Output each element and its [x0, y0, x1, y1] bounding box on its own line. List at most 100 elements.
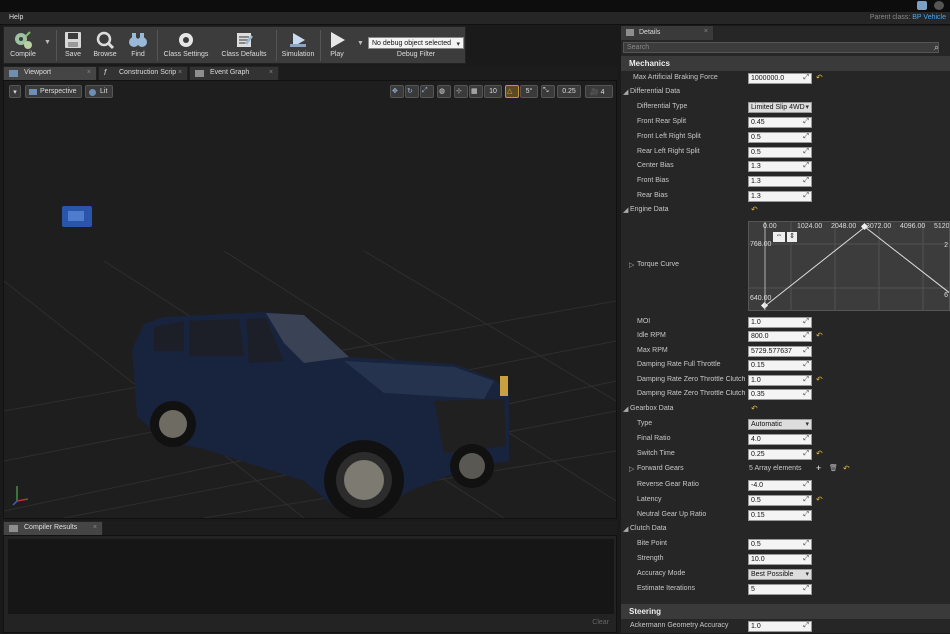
- fit-vertical-button[interactable]: ⇕: [787, 232, 797, 242]
- drag-icon: ⤢: [803, 511, 809, 518]
- binoculars-icon: [129, 33, 147, 47]
- reverse-ratio-field[interactable]: -4.0 ⤢: [748, 480, 812, 491]
- rotate-tool-button[interactable]: ↻: [405, 85, 419, 98]
- rear-lr-split-field[interactable]: 0.5 ⤢: [748, 147, 812, 158]
- parent-class-link[interactable]: BP Vehicle: [912, 14, 946, 21]
- simulation-button[interactable]: Simulation: [278, 28, 318, 63]
- reset-arrow-icon[interactable]: ↶: [816, 331, 823, 340]
- group-engine-label: Engine Data: [630, 206, 669, 213]
- debug-object-value: No debug object selected: [372, 40, 451, 47]
- damping-zero-disengaged-field[interactable]: 0.35 ⤢: [748, 389, 812, 400]
- reset-arrow-icon[interactable]: ↶: [816, 375, 823, 384]
- reset-arrow-icon[interactable]: ↶: [816, 73, 823, 82]
- estimate-iterations-field[interactable]: 5 ⤢: [748, 584, 812, 595]
- prop-label: Damping Rate Full Throttle: [637, 361, 721, 368]
- translate-tool-button[interactable]: ✥: [390, 85, 404, 98]
- grid-snap-value[interactable]: 10: [484, 85, 502, 98]
- prop-damping-zero-clutch-disengaged: Damping Rate Zero Throttle Clutch D 0.35…: [621, 387, 950, 402]
- switch-time-field[interactable]: 0.25 ⤢: [748, 449, 812, 460]
- front-lr-split-field[interactable]: 0.5 ⤢: [748, 132, 812, 143]
- expand-arrow-icon[interactable]: ▷: [629, 261, 634, 269]
- class-defaults-button[interactable]: Class Defaults: [216, 28, 272, 63]
- find-button[interactable]: Find: [124, 28, 152, 63]
- category-mechanics[interactable]: Mechanics: [621, 56, 950, 71]
- grid-snap-toggle[interactable]: ▦: [469, 85, 483, 98]
- reset-arrow-icon[interactable]: ↶: [843, 464, 850, 473]
- play-button[interactable]: Play: [322, 28, 352, 63]
- close-icon[interactable]: ×: [93, 524, 97, 531]
- coordinate-space-button[interactable]: ◍: [437, 85, 451, 98]
- tab-construction-script[interactable]: f Construction Scrip ×: [98, 66, 188, 80]
- reset-arrow-icon[interactable]: ↶: [816, 449, 823, 458]
- torque-curve-editor[interactable]: 0.00 1024.00 2048.00 3072.00 4096.00 512…: [748, 221, 950, 311]
- rotation-snap-toggle[interactable]: △: [505, 85, 519, 98]
- rear-bias-value: 1.3: [751, 193, 761, 200]
- lit-label: Lit: [100, 88, 108, 95]
- prop-idle-rpm: Idle RPM 800.0 ⤢ ↶: [621, 329, 950, 344]
- lit-button[interactable]: Lit: [85, 85, 113, 98]
- close-icon[interactable]: ×: [178, 69, 182, 76]
- scale-tool-button[interactable]: ⤢: [420, 85, 434, 98]
- reset-arrow-icon[interactable]: ↶: [751, 205, 758, 214]
- neutral-ratio-field[interactable]: 0.15 ⤢: [748, 510, 812, 521]
- close-icon[interactable]: ×: [704, 28, 708, 35]
- scale-snap-toggle[interactable]: ⤡: [541, 85, 555, 98]
- debug-object-select[interactable]: No debug object selected ▾: [368, 37, 464, 49]
- latency-field[interactable]: 0.5 ⤢: [748, 495, 812, 506]
- front-bias-field[interactable]: 1.3 ⤢: [748, 176, 812, 187]
- search-input[interactable]: Search: [623, 42, 939, 53]
- clear-button[interactable]: Clear: [592, 619, 609, 626]
- bite-point-field[interactable]: 0.5 ⤢: [748, 539, 812, 550]
- viewport-options-button[interactable]: ▾: [9, 85, 21, 98]
- idle-rpm-field[interactable]: 800.0 ⤢: [748, 331, 812, 342]
- front-rear-split-field[interactable]: 0.45 ⤢: [748, 117, 812, 128]
- max-rpm-field[interactable]: 5729.577637 ⤢: [748, 346, 812, 357]
- close-icon[interactable]: ×: [87, 69, 91, 76]
- tab-event-graph[interactable]: Event Graph ×: [189, 66, 279, 80]
- group-differential[interactable]: ◢ Differential Data: [621, 85, 950, 100]
- rotation-snap-value[interactable]: 5°: [520, 85, 538, 98]
- menu-help[interactable]: Help: [9, 14, 23, 21]
- tab-viewport[interactable]: Viewport ×: [3, 66, 97, 80]
- compile-button[interactable]: Compile: [6, 28, 40, 63]
- damping-full-field[interactable]: 0.15 ⤢: [748, 360, 812, 371]
- differential-type-select[interactable]: Limited Slip 4WD ▾: [748, 102, 812, 113]
- group-clutch[interactable]: ◢ Clutch Data: [621, 522, 950, 537]
- rear-bias-field[interactable]: 1.3 ⤢: [748, 191, 812, 202]
- menu-bar: Help Parent class: BP Vehicle: [0, 12, 950, 25]
- expand-arrow-icon[interactable]: ▷: [629, 465, 634, 473]
- max-braking-field[interactable]: 1000000.0 ⤢: [748, 73, 812, 84]
- final-ratio-field[interactable]: 4.0 ⤢: [748, 434, 812, 445]
- ackermann-field[interactable]: 1.0 ⤢: [748, 621, 812, 632]
- gearbox-type-select[interactable]: Automatic ▾: [748, 419, 812, 430]
- save-button[interactable]: Save: [60, 28, 86, 63]
- browse-button[interactable]: Browse: [90, 28, 120, 63]
- camera-speed-button[interactable]: 🎥 4: [585, 85, 613, 98]
- center-bias-field[interactable]: 1.3 ⤢: [748, 161, 812, 172]
- tab-compiler-results[interactable]: Compiler Results ×: [3, 521, 103, 535]
- help-icon[interactable]: [934, 1, 944, 10]
- moi-field[interactable]: 1.0 ⤢: [748, 317, 812, 328]
- close-icon[interactable]: ×: [269, 69, 273, 76]
- perspective-button[interactable]: Perspective: [25, 85, 82, 98]
- category-steering[interactable]: Steering: [621, 604, 950, 619]
- group-engine[interactable]: ◢ Engine Data ↶: [621, 203, 950, 218]
- compile-options-icon[interactable]: ▼: [44, 39, 51, 46]
- reset-arrow-icon[interactable]: ↶: [751, 404, 758, 413]
- viewport-panel[interactable]: ▾ Perspective Lit ✥ ↻ ⤢ ◍ ⊹ ▦ 10 △ 5° ⤡ …: [3, 80, 617, 519]
- add-element-icon[interactable]: +: [816, 463, 821, 473]
- fit-horizontal-button[interactable]: ⇔: [773, 232, 785, 242]
- class-settings-button[interactable]: Class Settings: [160, 28, 212, 63]
- accuracy-mode-select[interactable]: Best Possible ▾: [748, 569, 812, 580]
- delete-icon[interactable]: 🗑: [829, 464, 838, 472]
- damping-zero-engaged-field[interactable]: 1.0 ⤢: [748, 375, 812, 386]
- strength-field[interactable]: 10.0 ⤢: [748, 554, 812, 565]
- class-settings-label: Class Settings: [163, 51, 209, 58]
- surface-snap-button[interactable]: ⊹: [454, 85, 468, 98]
- play-options-icon[interactable]: ▼: [357, 40, 364, 47]
- group-gearbox[interactable]: ◢ Gearbox Data ↶: [621, 402, 950, 417]
- tab-details[interactable]: Details ×: [621, 26, 713, 40]
- scale-snap-value[interactable]: 0.25: [557, 85, 581, 98]
- reset-arrow-icon[interactable]: ↶: [816, 495, 823, 504]
- angle-icon: △: [507, 88, 513, 95]
